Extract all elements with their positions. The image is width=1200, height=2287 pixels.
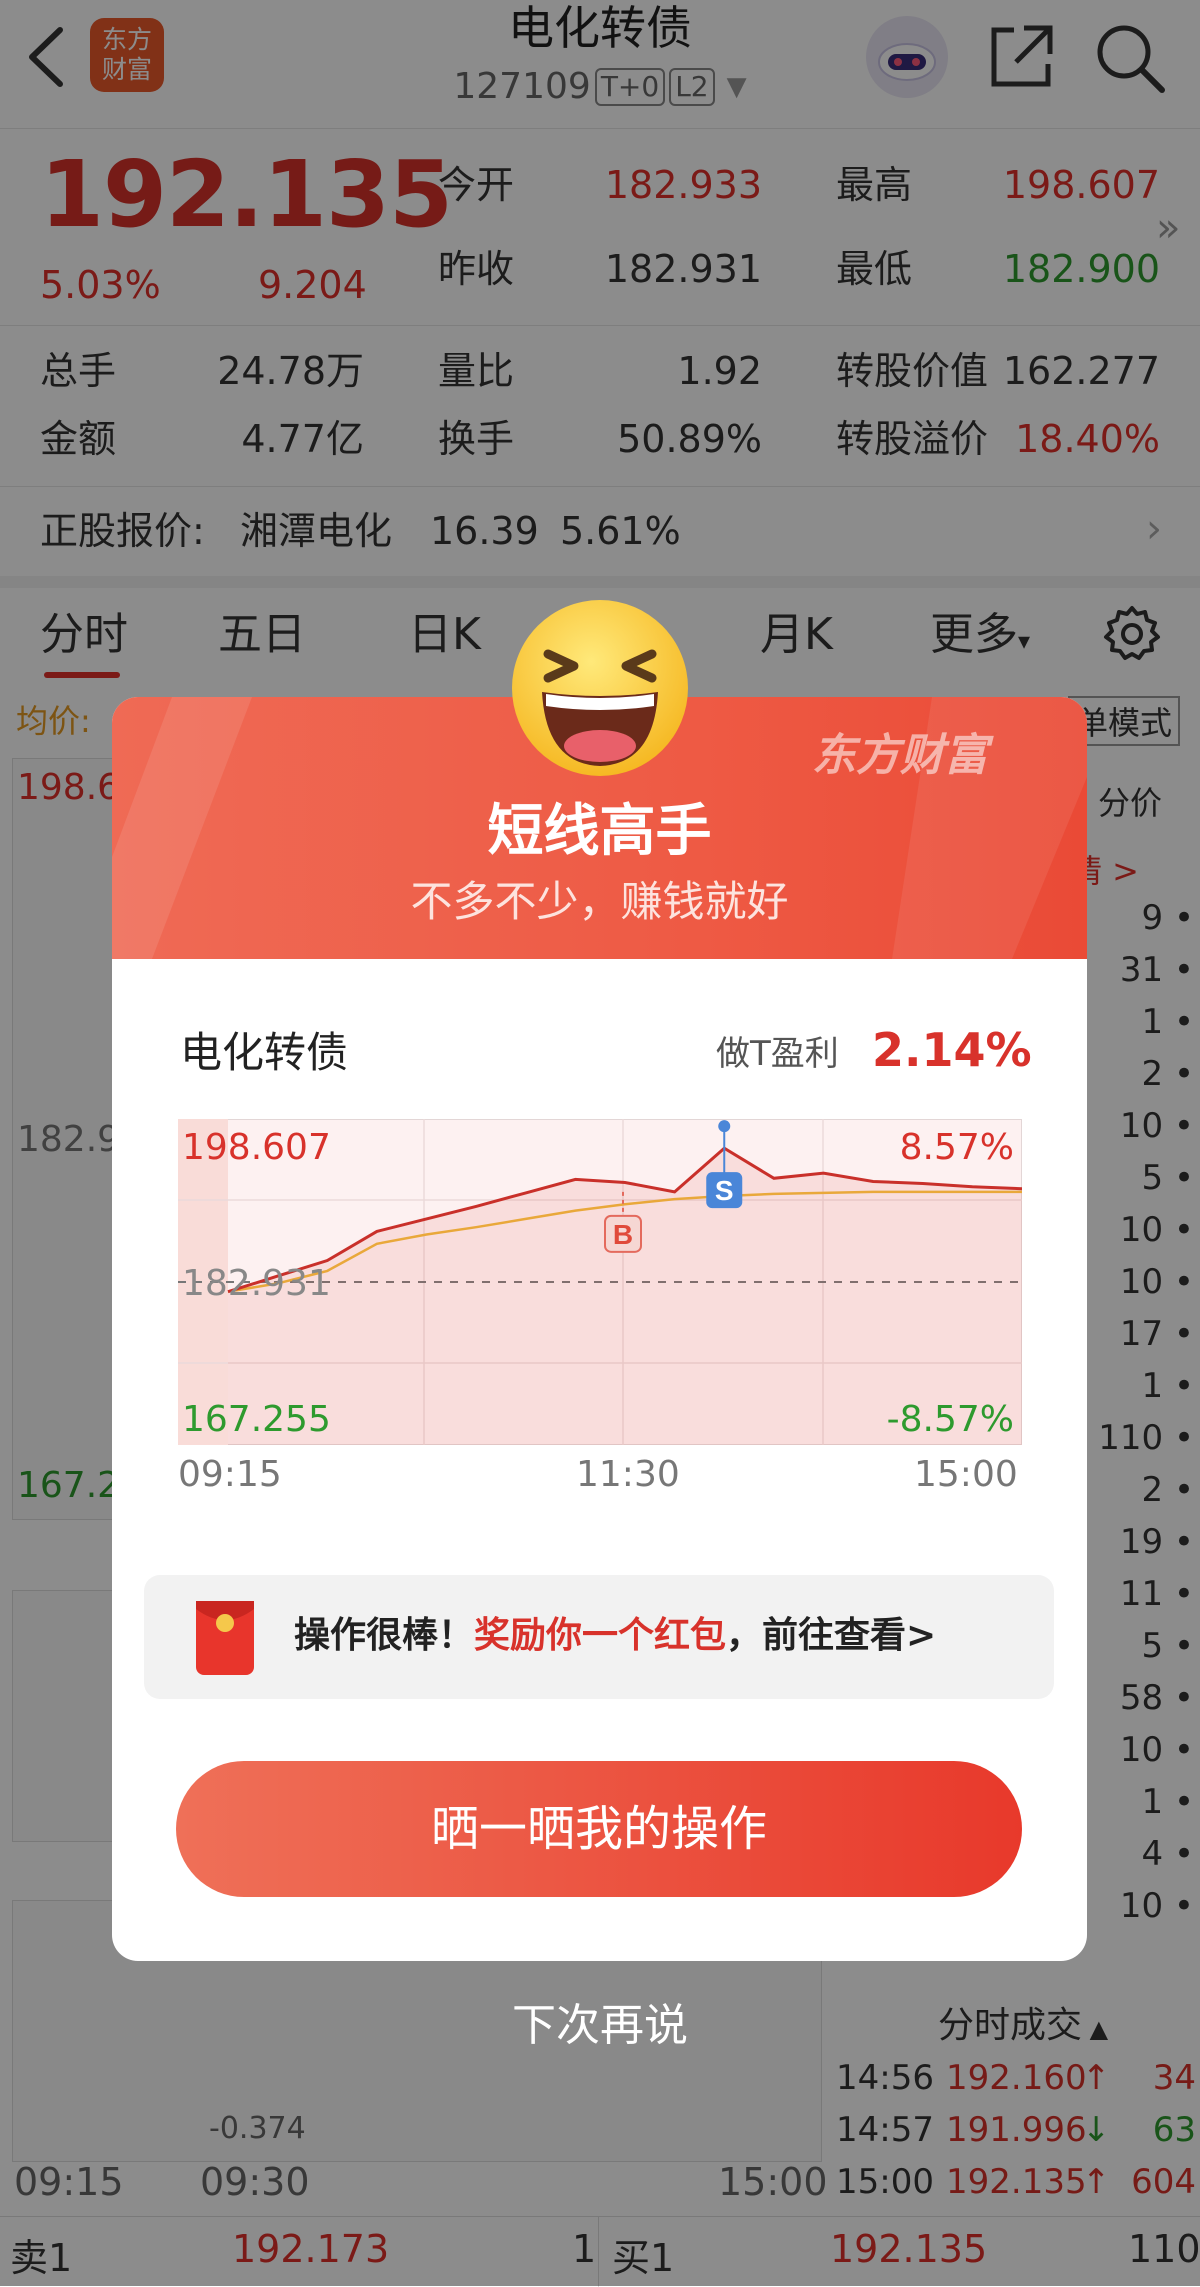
reward-highlight: 奖励你一个红包 <box>474 1615 727 1656</box>
sell-dot <box>718 1120 731 1133</box>
chart-y-ref: 182.931 <box>182 1263 331 1304</box>
brand-watermark: 东方财富 <box>812 730 988 781</box>
trade-summary-chart: B S 198.607 182.931 167.255 8.57% -8.57% <box>178 1119 1022 1445</box>
share-operation-button[interactable]: 晒一晒我的操作 <box>176 1761 1022 1897</box>
reward-message[interactable]: 操作很棒！奖励你一个红包，前往查看> <box>294 1611 936 1661</box>
chart-time-mid: 11:30 <box>576 1454 680 1495</box>
chart-time-start: 09:15 <box>178 1454 282 1495</box>
laughing-emoji-icon <box>512 600 688 776</box>
chart-time-end: 15:00 <box>914 1454 1018 1495</box>
sell-marker-label: S <box>715 1175 734 1206</box>
achievement-dialog: 东方财富 短线高手 不多不少，赚钱就好 电化转债 做T盈利 2.14% B S <box>112 697 1087 1961</box>
dialog-subtitle: 不多不少，赚钱就好 <box>410 877 789 926</box>
chart-pct-bottom: -8.57% <box>887 1399 1014 1440</box>
stock-name: 电化转债 <box>180 1028 349 1077</box>
profit-label: 做T盈利 <box>716 1034 839 1074</box>
profit-value: 2.14% <box>872 1023 1032 1077</box>
dismiss-later-link[interactable]: 下次再说 <box>0 1996 1200 2056</box>
buy-marker-label: B <box>613 1219 633 1250</box>
chart-y-bottom: 167.255 <box>182 1399 331 1440</box>
buy-marker: B <box>604 1214 642 1253</box>
dialog-title: 短线高手 <box>487 799 712 864</box>
sell-marker: S <box>706 1172 743 1209</box>
red-envelope-icon <box>196 1601 254 1675</box>
chart-y-top: 198.607 <box>182 1127 331 1168</box>
chart-pct-top: 8.57% <box>900 1127 1014 1168</box>
reward-banner[interactable]: 操作很棒！奖励你一个红包，前往查看> <box>144 1575 1054 1699</box>
